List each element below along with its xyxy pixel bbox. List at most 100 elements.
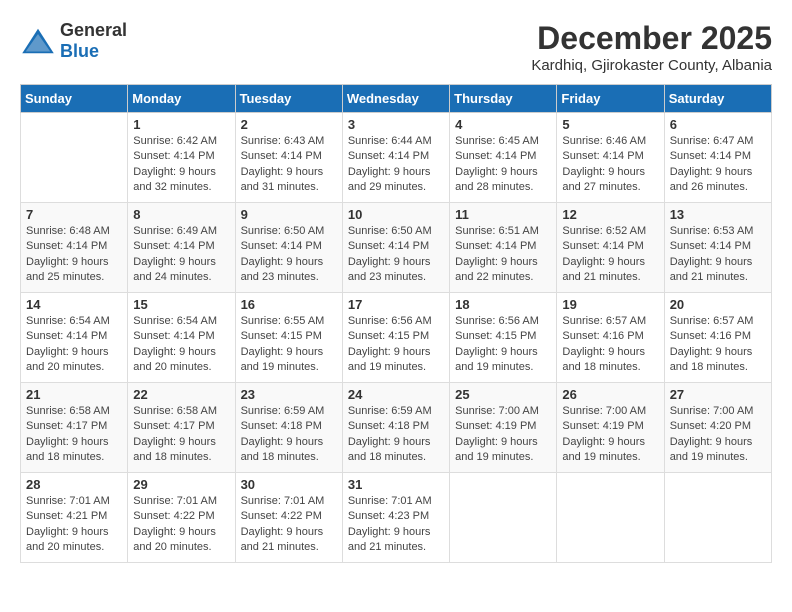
calendar-cell: 19Sunrise: 6:57 AM Sunset: 4:16 PM Dayli…: [557, 293, 664, 383]
calendar-cell: 18 Sunrise: 6:56 AM Sunset: 4:15 PM Dayli…: [450, 293, 557, 383]
month-title: December 2025: [531, 20, 772, 57]
calendar-cell: 11Sunrise: 6:51 AM Sunset: 4:14 PM Dayli…: [450, 203, 557, 293]
calendar-cell: 12Sunrise: 6:52 AM Sunset: 4:14 PM Dayli…: [557, 203, 664, 293]
calendar-cell: 31Sunrise: 7:01 AM Sunset: 4:23 PM Dayli…: [342, 473, 449, 563]
calendar-cell: 10 Sunrise: 6:50 AM Sunset: 4:14 PM Dayli…: [342, 203, 449, 293]
day-number: 15: [133, 297, 229, 312]
day-info: Sunrise: 6:49 AM Sunset: 4:14 PM Dayligh…: [133, 224, 229, 286]
day-info: Sunrise: 6:42 AM Sunset: 4:14 PM Dayligh…: [133, 134, 229, 196]
day-info: Sunrise: 6:54 AM Sunset: 4:14 PM Dayligh…: [26, 314, 122, 376]
day-info: Sunrise: 6:58 AM Sunset: 4:17 PM Dayligh…: [133, 404, 229, 466]
header-day-thursday: Thursday: [450, 85, 557, 113]
day-number: 12: [562, 207, 658, 222]
day-info: Sunrise: 7:01 AM Sunset: 4:22 PM Dayligh…: [133, 494, 229, 556]
day-number: 13: [670, 207, 766, 222]
calendar-week-row: 28Sunrise: 7:01 AM Sunset: 4:21 PM Dayli…: [21, 473, 772, 563]
logo-general-text: General: [60, 20, 127, 40]
calendar-cell: [450, 473, 557, 563]
title-area: December 2025 Kardhiq, Gjirokaster Count…: [531, 20, 772, 74]
header-day-wednesday: Wednesday: [342, 85, 449, 113]
calendar-cell: 20Sunrise: 6:57 AM Sunset: 4:16 PM Dayli…: [664, 293, 771, 383]
calendar-cell: 29 Sunrise: 7:01 AM Sunset: 4:22 PM Dayli…: [128, 473, 235, 563]
calendar-week-row: 14 Sunrise: 6:54 AM Sunset: 4:14 PM Dayli…: [21, 293, 772, 383]
day-info: Sunrise: 7:01 AM Sunset: 4:23 PM Dayligh…: [348, 494, 444, 556]
calendar-cell: 8 Sunrise: 6:49 AM Sunset: 4:14 PM Daylig…: [128, 203, 235, 293]
calendar-cell: 5 Sunrise: 6:46 AM Sunset: 4:14 PM Daylig…: [557, 113, 664, 203]
calendar-cell: 26 Sunrise: 7:00 AM Sunset: 4:19 PM Dayli…: [557, 383, 664, 473]
day-number: 4: [455, 117, 551, 132]
day-info: Sunrise: 7:01 AM Sunset: 4:22 PM Dayligh…: [241, 494, 337, 556]
calendar-cell: 30 Sunrise: 7:01 AM Sunset: 4:22 PM Dayli…: [235, 473, 342, 563]
day-number: 14: [26, 297, 122, 312]
day-number: 7: [26, 207, 122, 222]
calendar-cell: 14 Sunrise: 6:54 AM Sunset: 4:14 PM Dayli…: [21, 293, 128, 383]
logo-blue-text: Blue: [60, 41, 99, 61]
day-info: Sunrise: 6:47 AM Sunset: 4:14 PM Dayligh…: [670, 134, 766, 196]
day-number: 22: [133, 387, 229, 402]
day-info: Sunrise: 6:56 AM Sunset: 4:15 PM Dayligh…: [455, 314, 551, 376]
day-number: 5: [562, 117, 658, 132]
day-info: Sunrise: 6:46 AM Sunset: 4:14 PM Dayligh…: [562, 134, 658, 196]
calendar-cell: 25 Sunrise: 7:00 AM Sunset: 4:19 PM Dayli…: [450, 383, 557, 473]
calendar-cell: [21, 113, 128, 203]
calendar-cell: 23 Sunrise: 6:59 AM Sunset: 4:18 PM Dayli…: [235, 383, 342, 473]
calendar-cell: 28Sunrise: 7:01 AM Sunset: 4:21 PM Dayli…: [21, 473, 128, 563]
day-info: Sunrise: 6:48 AM Sunset: 4:14 PM Dayligh…: [26, 224, 122, 286]
day-number: 26: [562, 387, 658, 402]
calendar-cell: [557, 473, 664, 563]
location-title: Kardhiq, Gjirokaster County, Albania: [531, 57, 772, 74]
day-number: 17: [348, 297, 444, 312]
day-info: Sunrise: 6:59 AM Sunset: 4:18 PM Dayligh…: [241, 404, 337, 466]
day-number: 8: [133, 207, 229, 222]
calendar-cell: 1 Sunrise: 6:42 AM Sunset: 4:14 PM Daylig…: [128, 113, 235, 203]
calendar-header-row: SundayMondayTuesdayWednesdayThursdayFrid…: [21, 85, 772, 113]
header: General Blue December 2025 Kardhiq, Gjir…: [20, 20, 772, 74]
calendar-cell: 9 Sunrise: 6:50 AM Sunset: 4:14 PM Daylig…: [235, 203, 342, 293]
day-info: Sunrise: 6:50 AM Sunset: 4:14 PM Dayligh…: [348, 224, 444, 286]
calendar-cell: [664, 473, 771, 563]
day-number: 10: [348, 207, 444, 222]
day-info: Sunrise: 6:59 AM Sunset: 4:18 PM Dayligh…: [348, 404, 444, 466]
day-number: 9: [241, 207, 337, 222]
calendar-week-row: 7 Sunrise: 6:48 AM Sunset: 4:14 PM Daylig…: [21, 203, 772, 293]
day-number: 2: [241, 117, 337, 132]
day-number: 16: [241, 297, 337, 312]
day-number: 25: [455, 387, 551, 402]
calendar-cell: 3 Sunrise: 6:44 AM Sunset: 4:14 PM Daylig…: [342, 113, 449, 203]
day-info: Sunrise: 7:00 AM Sunset: 4:19 PM Dayligh…: [562, 404, 658, 466]
day-info: Sunrise: 6:51 AM Sunset: 4:14 PM Dayligh…: [455, 224, 551, 286]
day-info: Sunrise: 6:45 AM Sunset: 4:14 PM Dayligh…: [455, 134, 551, 196]
calendar-cell: 21Sunrise: 6:58 AM Sunset: 4:17 PM Dayli…: [21, 383, 128, 473]
calendar-week-row: 1 Sunrise: 6:42 AM Sunset: 4:14 PM Daylig…: [21, 113, 772, 203]
calendar-cell: 16 Sunrise: 6:55 AM Sunset: 4:15 PM Dayli…: [235, 293, 342, 383]
day-info: Sunrise: 7:00 AM Sunset: 4:20 PM Dayligh…: [670, 404, 766, 466]
calendar-table: SundayMondayTuesdayWednesdayThursdayFrid…: [20, 84, 772, 563]
day-number: 29: [133, 477, 229, 492]
day-number: 30: [241, 477, 337, 492]
calendar-cell: 2Sunrise: 6:43 AM Sunset: 4:14 PM Daylig…: [235, 113, 342, 203]
calendar-cell: 7 Sunrise: 6:48 AM Sunset: 4:14 PM Daylig…: [21, 203, 128, 293]
day-number: 23: [241, 387, 337, 402]
header-day-tuesday: Tuesday: [235, 85, 342, 113]
header-day-monday: Monday: [128, 85, 235, 113]
day-info: Sunrise: 6:44 AM Sunset: 4:14 PM Dayligh…: [348, 134, 444, 196]
day-number: 3: [348, 117, 444, 132]
day-info: Sunrise: 6:50 AM Sunset: 4:14 PM Dayligh…: [241, 224, 337, 286]
calendar-cell: 24 Sunrise: 6:59 AM Sunset: 4:18 PM Dayli…: [342, 383, 449, 473]
day-number: 20: [670, 297, 766, 312]
calendar-week-row: 21Sunrise: 6:58 AM Sunset: 4:17 PM Dayli…: [21, 383, 772, 473]
day-number: 24: [348, 387, 444, 402]
day-info: Sunrise: 6:55 AM Sunset: 4:15 PM Dayligh…: [241, 314, 337, 376]
day-info: Sunrise: 6:54 AM Sunset: 4:14 PM Dayligh…: [133, 314, 229, 376]
day-info: Sunrise: 7:00 AM Sunset: 4:19 PM Dayligh…: [455, 404, 551, 466]
calendar-cell: 22 Sunrise: 6:58 AM Sunset: 4:17 PM Dayli…: [128, 383, 235, 473]
calendar-cell: 13 Sunrise: 6:53 AM Sunset: 4:14 PM Dayli…: [664, 203, 771, 293]
day-number: 1: [133, 117, 229, 132]
day-number: 27: [670, 387, 766, 402]
header-day-sunday: Sunday: [21, 85, 128, 113]
day-info: Sunrise: 6:56 AM Sunset: 4:15 PM Dayligh…: [348, 314, 444, 376]
day-info: Sunrise: 6:58 AM Sunset: 4:17 PM Dayligh…: [26, 404, 122, 466]
calendar-cell: 15 Sunrise: 6:54 AM Sunset: 4:14 PM Dayli…: [128, 293, 235, 383]
day-info: Sunrise: 6:53 AM Sunset: 4:14 PM Dayligh…: [670, 224, 766, 286]
day-number: 18: [455, 297, 551, 312]
